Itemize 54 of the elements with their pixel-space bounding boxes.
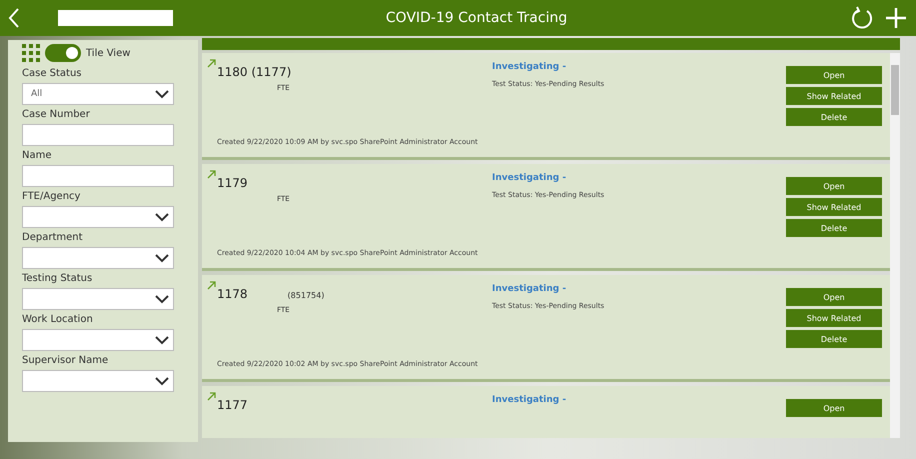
input-field[interactable] (22, 165, 174, 187)
dropdown[interactable] (22, 247, 174, 269)
arrow-icon (207, 169, 217, 179)
field-label: FTE/Agency (22, 191, 82, 204)
app-title: COVID-19 Contact Tracing (384, 10, 568, 26)
case-number: 1177 (217, 398, 248, 412)
chevron-down-icon (155, 90, 169, 98)
arrow-icon (207, 391, 217, 401)
case-status: Investigating - (492, 284, 568, 294)
action-button[interactable]: Show Related (786, 87, 882, 105)
dropdown[interactable] (22, 288, 174, 310)
add-icon[interactable] (884, 6, 908, 30)
scrollbar[interactable] (890, 53, 900, 438)
case-number: 1180 (1177) (217, 65, 292, 79)
employee-id: (851754) (288, 291, 324, 300)
case-number: 1178 (217, 287, 248, 301)
input-field[interactable] (22, 124, 174, 146)
dropdown[interactable] (22, 329, 174, 351)
action-button[interactable]: Open (786, 288, 882, 306)
action-button[interactable]: Show Related (786, 198, 882, 216)
case-status: Investigating - (492, 395, 568, 405)
arrow-icon (207, 58, 217, 68)
chevron-down-icon (155, 376, 169, 386)
refresh-icon[interactable] (850, 6, 874, 30)
field-label: Department (22, 232, 84, 245)
action-button[interactable]: Show Related (786, 309, 882, 327)
toggle-label: Tile View (86, 48, 130, 58)
chevron-down-icon (155, 254, 169, 262)
arrow-icon (207, 280, 217, 290)
action-button[interactable]: Open (786, 177, 882, 195)
field-label: Case Number (22, 109, 91, 122)
dropdown[interactable]: All (22, 83, 174, 105)
case-number: 1179 (217, 176, 248, 190)
action-button[interactable]: Delete (786, 219, 882, 237)
action-button[interactable]: Delete (786, 330, 882, 348)
chevron-down-icon (155, 336, 169, 344)
dropdown[interactable] (22, 206, 174, 228)
action-button[interactable]: Open (786, 66, 882, 84)
back-icon[interactable] (8, 7, 20, 29)
case-card[interactable]: 1177 Investigating - Open (202, 386, 890, 438)
grid-icon[interactable] (22, 44, 40, 62)
chevron-down-icon (155, 212, 169, 222)
field-label: Supervisor Name (22, 355, 110, 368)
dropdown[interactable] (22, 370, 174, 392)
field-label: Work Location (22, 314, 94, 327)
field-label: Name (22, 150, 53, 163)
field-label: Case Status (22, 68, 83, 81)
view-toggle[interactable] (45, 44, 81, 62)
case-status: Investigating - (492, 173, 568, 183)
chevron-down-icon (155, 294, 169, 304)
action-button[interactable]: Open (786, 399, 882, 417)
action-button[interactable]: Delete (786, 108, 882, 126)
field-label: Testing Status (22, 273, 94, 286)
case-status: Investigating - (492, 62, 568, 72)
